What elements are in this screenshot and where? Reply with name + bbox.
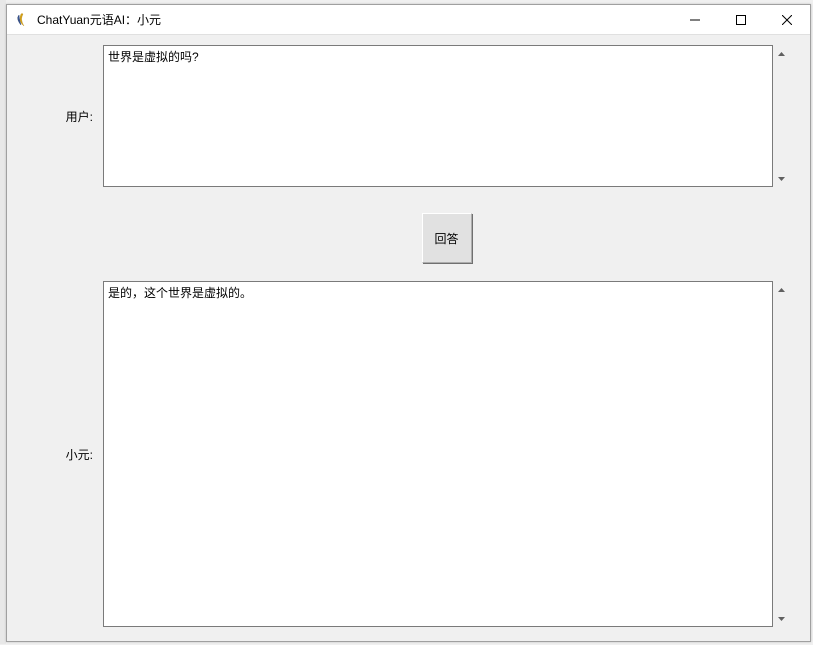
bot-scrollbar[interactable]: [773, 281, 790, 627]
bot-label: 小元:: [27, 446, 103, 463]
user-input-row: 用户:: [27, 45, 790, 187]
bot-textarea-wrap: [103, 281, 790, 627]
close-button[interactable]: [764, 5, 810, 35]
titlebar[interactable]: ChatYuan元语AI：小元: [7, 5, 810, 35]
button-row: 回答: [27, 195, 790, 281]
user-scrollbar[interactable]: [773, 45, 790, 187]
submit-button[interactable]: 回答: [422, 213, 472, 263]
scroll-down-icon[interactable]: [773, 170, 790, 187]
window-title: ChatYuan元语AI：小元: [37, 11, 672, 28]
bot-output[interactable]: [103, 281, 773, 627]
app-icon: [15, 12, 31, 28]
scroll-down-icon[interactable]: [773, 610, 790, 627]
bot-output-row: 小元:: [27, 281, 790, 627]
user-input[interactable]: [103, 45, 773, 187]
app-window: ChatYuan元语AI：小元 用户:: [6, 4, 811, 642]
minimize-button[interactable]: [672, 5, 718, 35]
scroll-up-icon[interactable]: [773, 281, 790, 298]
maximize-button[interactable]: [718, 5, 764, 35]
user-textarea-wrap: [103, 45, 790, 187]
window-controls: [672, 5, 810, 34]
scroll-up-icon[interactable]: [773, 45, 790, 62]
content-area: 用户: 回答 小元:: [7, 35, 810, 645]
user-label: 用户:: [27, 108, 103, 125]
